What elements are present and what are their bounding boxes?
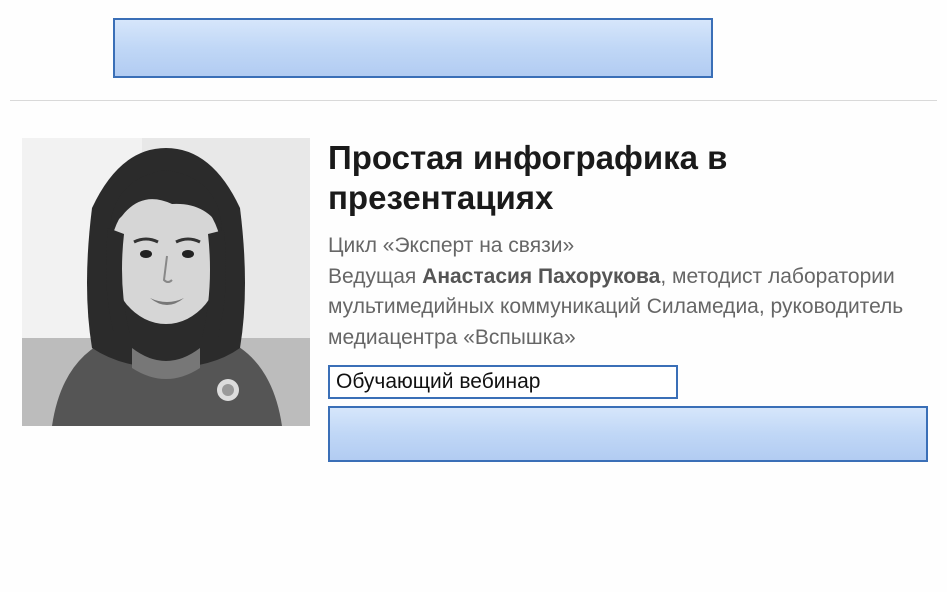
tag-label: Обучающий вебинар	[336, 370, 540, 394]
horizontal-divider	[10, 100, 937, 101]
article-title: Простая инфографика в презентациях	[328, 138, 928, 217]
tag-box: Обучающий вебинар	[328, 365, 678, 399]
article-meta: Цикл «Эксперт на связи» Ведущая Анастаси…	[328, 231, 928, 353]
presenter-prefix: Ведущая	[328, 265, 422, 288]
cta-button[interactable]	[328, 406, 928, 462]
presenter-name: Анастасия Пахорукова	[422, 265, 660, 288]
series-line: Цикл «Эксперт на связи»	[328, 231, 928, 261]
presenter-photo	[22, 138, 310, 426]
presenter-line: Ведущая Анастасия Пахорукова, методист л…	[328, 262, 928, 353]
top-highlight-box	[113, 18, 713, 78]
article-content: Простая инфографика в презентациях Цикл …	[328, 138, 928, 353]
portrait-illustration	[22, 138, 310, 426]
